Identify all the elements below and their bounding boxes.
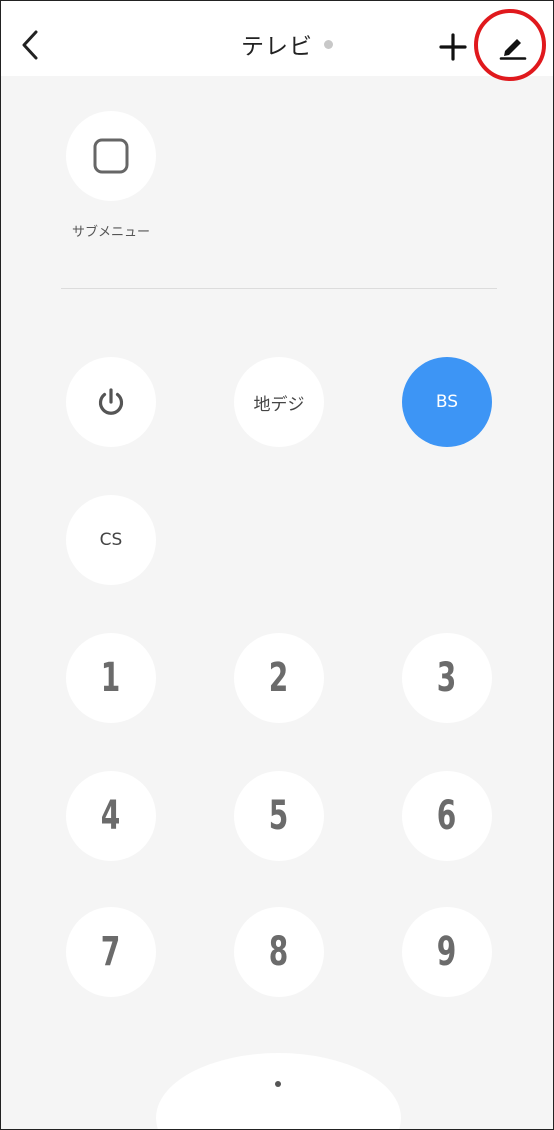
- number-key-1[interactable]: 1: [66, 633, 156, 723]
- key-label-4: 4: [101, 793, 121, 839]
- plus-icon: [439, 33, 467, 61]
- key-label-9: 9: [437, 929, 457, 975]
- submenu-button[interactable]: [66, 111, 156, 201]
- key-label-8: 8: [269, 929, 289, 975]
- power-icon: [98, 388, 124, 415]
- key-label-1: 1: [101, 655, 121, 701]
- key-label-6: 6: [437, 793, 457, 839]
- add-button[interactable]: [437, 31, 469, 63]
- number-key-7[interactable]: 7: [66, 907, 156, 997]
- key-label-5: 5: [269, 793, 289, 839]
- bs-button[interactable]: BS: [402, 357, 492, 447]
- number-key-8[interactable]: 8: [234, 907, 324, 997]
- number-key-5[interactable]: 5: [234, 771, 324, 861]
- number-key-6[interactable]: 6: [402, 771, 492, 861]
- key-label-2: 2: [269, 655, 289, 701]
- terrestrial-label: 地デジ: [253, 394, 305, 415]
- title-area: テレビ: [1, 27, 553, 61]
- terrestrial-button[interactable]: 地デジ: [234, 357, 324, 447]
- section-divider: [61, 288, 497, 289]
- submenu-label: サブメニュー: [71, 225, 150, 240]
- square-icon: [93, 138, 129, 174]
- app-frame: テレビ サブメニュー 地デジ BS CS 1 2 3 4 5 6 7 8 9: [0, 0, 554, 1130]
- page-indicator-dot: [275, 1081, 281, 1087]
- cs-button[interactable]: CS: [66, 495, 156, 585]
- cs-label: CS: [99, 530, 123, 550]
- page-title: テレビ: [241, 34, 313, 60]
- number-key-9[interactable]: 9: [402, 907, 492, 997]
- bottom-panel-handle[interactable]: [156, 1053, 401, 1129]
- key-label-3: 3: [437, 655, 457, 701]
- top-bar: テレビ: [1, 1, 553, 76]
- number-key-2[interactable]: 2: [234, 633, 324, 723]
- highlight-circle: [474, 9, 546, 81]
- number-key-3[interactable]: 3: [402, 633, 492, 723]
- number-key-4[interactable]: 4: [66, 771, 156, 861]
- connection-status-dot: [324, 40, 333, 49]
- bs-label: BS: [435, 392, 459, 412]
- power-button[interactable]: [66, 357, 156, 447]
- key-label-7: 7: [101, 929, 121, 975]
